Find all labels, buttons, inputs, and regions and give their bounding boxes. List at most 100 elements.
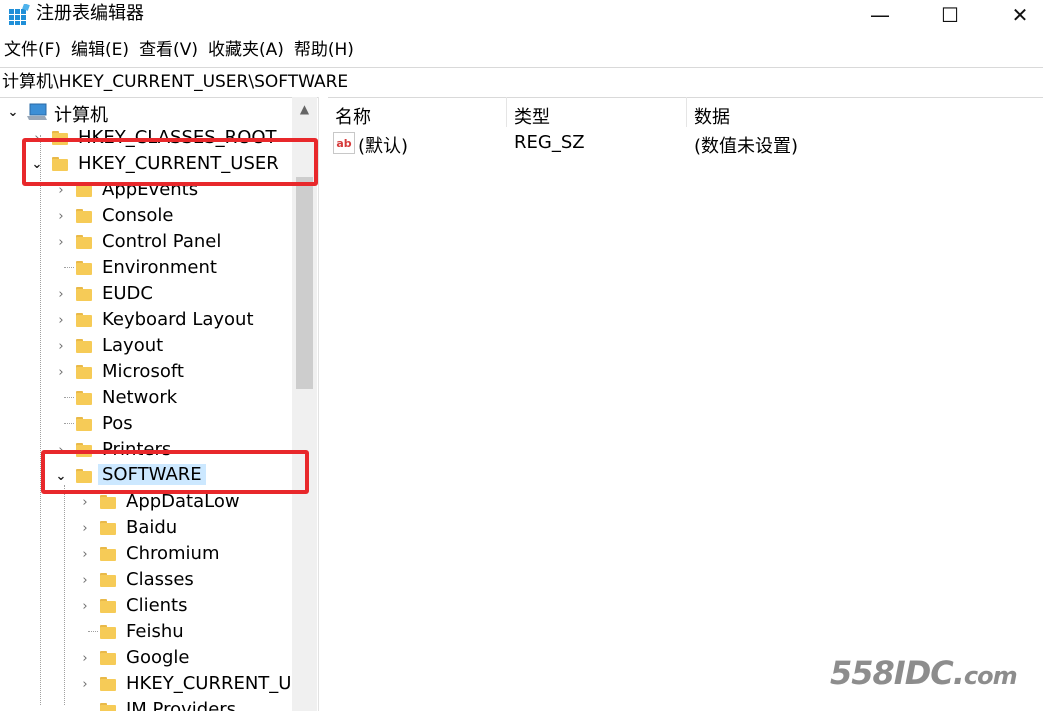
- folder-icon: [76, 365, 92, 379]
- folder-icon: [76, 235, 92, 249]
- chevron-right-icon[interactable]: ›: [54, 339, 68, 354]
- folder-icon: [100, 547, 116, 561]
- tree-label: Keyboard Layout: [102, 309, 254, 330]
- tree-item-baidu[interactable]: › Baidu: [0, 515, 292, 541]
- scroll-up-arrow-icon[interactable]: ▲: [292, 97, 317, 121]
- chevron-right-icon[interactable]: ›: [78, 573, 92, 588]
- values-list[interactable]: 名称 类型 数据 ab (默认) REG_SZ (数值未设置): [327, 97, 1043, 711]
- folder-icon: [76, 261, 92, 275]
- column-header-name[interactable]: 名称: [335, 103, 371, 129]
- title-bar[interactable]: 注册表编辑器 — ☐ ✕: [0, 0, 1043, 30]
- folder-icon: [76, 313, 92, 327]
- chevron-right-icon[interactable]: ›: [54, 365, 68, 380]
- tree-label: AppDataLow: [126, 491, 240, 512]
- annotation-highlight-hkcu: [22, 138, 318, 186]
- scrollbar-thumb[interactable]: [296, 177, 313, 389]
- folder-icon: [100, 521, 116, 535]
- menu-favorites[interactable]: 收藏夹(A): [204, 36, 290, 64]
- chevron-right-icon[interactable]: ›: [54, 235, 68, 250]
- key-tree[interactable]: ⌄ 计算机 › HKEY_CLASSES_ROOT ⌄ HKEY_CURRENT…: [0, 97, 318, 711]
- tree-item-environment[interactable]: Environment: [0, 255, 292, 281]
- tree-label: Pos: [102, 413, 133, 434]
- tree-label: IM Providers: [126, 699, 237, 711]
- chevron-right-icon[interactable]: ›: [54, 313, 68, 328]
- tree-label: Network: [102, 387, 178, 408]
- chevron-right-icon[interactable]: ›: [54, 209, 68, 224]
- tree-label: Google: [126, 647, 190, 668]
- menu-edit[interactable]: 编辑(E): [67, 36, 135, 64]
- annotation-highlight-software: [41, 450, 309, 494]
- column-header-type[interactable]: 类型: [514, 103, 550, 129]
- minimize-button[interactable]: —: [855, 0, 905, 30]
- tree-label: Feishu: [126, 621, 184, 642]
- value-name: (默认): [358, 136, 409, 157]
- tree-item-keyboard-layout[interactable]: › Keyboard Layout: [0, 307, 292, 333]
- menu-bar: 文件(F) 编辑(E) 查看(V) 收藏夹(A) 帮助(H): [0, 36, 360, 64]
- tree-item-console[interactable]: › Console: [0, 203, 292, 229]
- address-bar[interactable]: 计算机\HKEY_CURRENT_USER\SOFTWARE: [0, 67, 1043, 98]
- folder-icon: [100, 495, 116, 509]
- folder-icon: [100, 651, 116, 665]
- menu-help[interactable]: 帮助(H): [290, 36, 360, 64]
- tree-item-pos[interactable]: Pos: [0, 411, 292, 437]
- tree-label: Environment: [102, 257, 217, 278]
- value-row[interactable]: ab (默认) REG_SZ (数值未设置): [327, 130, 1043, 157]
- chevron-down-icon[interactable]: ⌄: [6, 105, 20, 120]
- folder-icon: [100, 573, 116, 587]
- site-watermark: 558IDC.com: [830, 654, 1018, 692]
- tree-label: Control Panel: [102, 231, 222, 252]
- tree-item-eudc[interactable]: › EUDC: [0, 281, 292, 307]
- tree-item-im-providers[interactable]: IM Providers: [0, 697, 292, 711]
- tree-item-computer[interactable]: ⌄ 计算机: [0, 99, 292, 126]
- tree-scrollbar[interactable]: ▲: [292, 97, 317, 711]
- chevron-right-icon[interactable]: ›: [54, 287, 68, 302]
- folder-icon: [100, 625, 116, 639]
- tree-item-clients[interactable]: › Clients: [0, 593, 292, 619]
- tree-item-classes[interactable]: › Classes: [0, 567, 292, 593]
- folder-icon: [100, 677, 116, 691]
- tree-label: Console: [102, 205, 174, 226]
- column-header-data[interactable]: 数据: [694, 103, 730, 129]
- chevron-right-icon[interactable]: ›: [78, 677, 92, 692]
- tree-label: Clients: [126, 595, 188, 616]
- close-button[interactable]: ✕: [995, 0, 1043, 30]
- tree-label: 计算机: [54, 105, 108, 126]
- chevron-right-icon[interactable]: ›: [78, 521, 92, 536]
- folder-icon: [76, 339, 92, 353]
- chevron-right-icon[interactable]: ›: [78, 495, 92, 510]
- column-divider[interactable]: [506, 97, 507, 127]
- string-value-icon: ab: [333, 132, 355, 154]
- watermark-suffix: com: [963, 662, 1018, 690]
- value-data: (数值未设置): [694, 136, 799, 157]
- tree-label: Microsoft: [102, 361, 184, 382]
- address-path[interactable]: 计算机\HKEY_CURRENT_USER\SOFTWARE: [0, 72, 348, 92]
- chevron-right-icon[interactable]: ›: [78, 651, 92, 666]
- tree-item-network[interactable]: Network: [0, 385, 292, 411]
- folder-icon: [76, 417, 92, 431]
- computer-icon: [27, 103, 47, 120]
- maximize-button[interactable]: ☐: [925, 0, 975, 30]
- folder-icon: [76, 209, 92, 223]
- folder-icon: [100, 599, 116, 613]
- tree-label: Baidu: [126, 517, 178, 538]
- tree-item-hkey-current-us[interactable]: › HKEY_CURRENT_US: [0, 671, 303, 697]
- menu-file[interactable]: 文件(F): [0, 36, 67, 64]
- tree-item-microsoft[interactable]: › Microsoft: [0, 359, 292, 385]
- tree-item-feishu[interactable]: Feishu: [0, 619, 292, 645]
- tree-item-layout[interactable]: › Layout: [0, 333, 292, 359]
- chevron-right-icon[interactable]: ›: [78, 547, 92, 562]
- tree-label: Layout: [102, 335, 164, 356]
- folder-icon: [100, 703, 116, 711]
- column-divider[interactable]: [686, 97, 687, 127]
- value-type: REG_SZ: [514, 132, 585, 153]
- tree-label: EUDC: [102, 283, 153, 304]
- chevron-right-icon[interactable]: ›: [78, 599, 92, 614]
- tree-item-google[interactable]: › Google: [0, 645, 292, 671]
- watermark-main: 558IDC.: [830, 654, 965, 692]
- regedit-app-icon: [9, 4, 30, 25]
- tree-item-control-panel[interactable]: › Control Panel: [0, 229, 292, 255]
- folder-icon: [76, 287, 92, 301]
- menu-view[interactable]: 查看(V): [135, 36, 204, 64]
- tree-label: Classes: [126, 569, 194, 590]
- tree-item-chromium[interactable]: › Chromium: [0, 541, 292, 567]
